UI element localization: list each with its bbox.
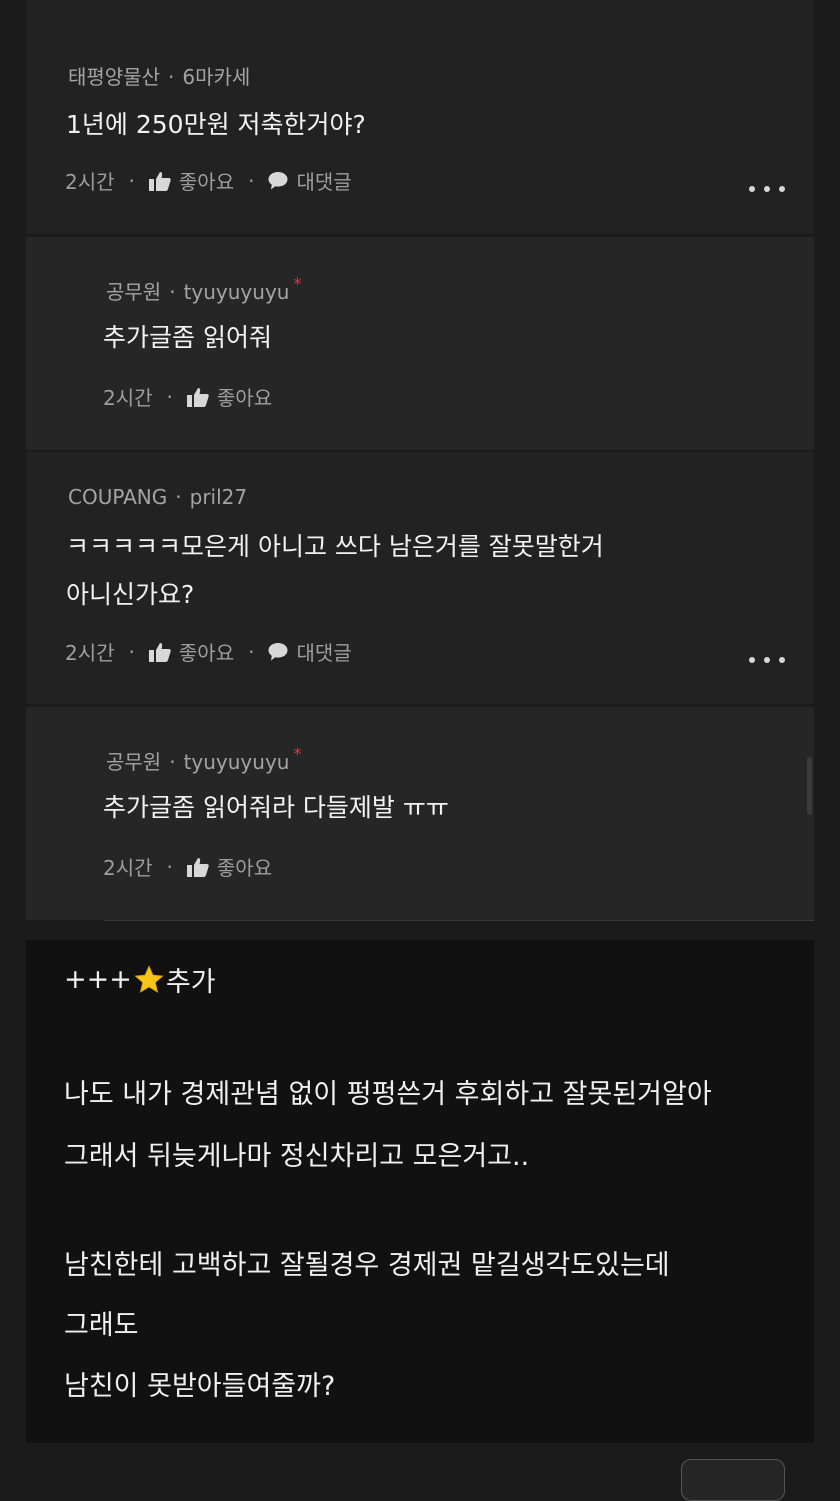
comment-actions: 2시간 · 좋아요 · 대댓글 — [65, 637, 352, 666]
speech-bubble-icon — [268, 643, 288, 661]
comment-meta: COUPANG · pril27 — [68, 485, 248, 509]
timestamp: 2시간 — [65, 170, 115, 194]
addendum-line: 그래서 뒤늦게나마 정신차리고 모은거고.. — [64, 1141, 530, 1172]
addendum-heading: +++ 추가 — [64, 960, 216, 999]
reply-button[interactable]: 대댓글 — [268, 637, 352, 666]
reply-label: 대댓글 — [296, 641, 352, 665]
thumbs-up-icon — [148, 642, 171, 662]
speech-bubble-icon — [268, 172, 288, 190]
reply-label: 대댓글 — [296, 170, 352, 194]
addendum-line: 나도 내가 경제관념 없이 펑펑쓴거 후회하고 잘못된거알아 — [64, 1079, 712, 1110]
like-label: 좋아요 — [178, 170, 235, 194]
comment-text: 추가글좀 읽어줘라 다들제발 ㅠㅠ — [103, 793, 449, 822]
reply-button[interactable]: 대댓글 — [268, 166, 352, 195]
more-options-icon[interactable] — [749, 654, 785, 666]
scroll-top-button[interactable] — [681, 1459, 785, 1501]
thumbs-up-icon — [186, 857, 209, 877]
like-label: 좋아요 — [216, 856, 273, 880]
company-name[interactable]: 태평양물산 — [68, 65, 160, 89]
comment-text-line-1: ㅋㅋㅋㅋㅋ모은게 아니고 쓰다 남은거를 잘못말한거 — [66, 532, 604, 561]
comment-text-line-2: 아니신가요? — [66, 580, 195, 609]
reply-card: 공무원 · tyuyuyuyu * 추가글좀 읽어줘 2시간 · 좋아요 — [26, 237, 814, 450]
addendum-line: 남친한테 고백하고 잘될경우 경제권 맡길생각도있는데 — [64, 1250, 670, 1281]
timestamp: 2시간 — [65, 641, 115, 665]
company-name[interactable]: 공무원 — [106, 750, 161, 774]
nickname[interactable]: pril27 — [190, 485, 247, 509]
company-name[interactable]: 공무원 — [106, 280, 161, 304]
like-button[interactable]: 좋아요 — [148, 166, 235, 195]
comment-actions: 2시간 · 좋아요 · 대댓글 — [65, 166, 352, 195]
addendum-line: 남친이 못받아들여줄까? — [64, 1371, 336, 1402]
like-button[interactable]: 좋아요 — [148, 637, 235, 666]
comment-card: 태평양물산 · 6마카세 1년에 250만원 저축한거야? 2시간 · 좋아요 · … — [26, 0, 814, 234]
comment-meta: 태평양물산 · 6마카세 — [68, 65, 251, 89]
nickname[interactable]: 6마카세 — [182, 65, 250, 89]
heading-prefix: +++ — [64, 964, 132, 995]
company-name[interactable]: COUPANG — [68, 485, 167, 509]
divider — [104, 920, 814, 921]
like-button[interactable]: 좋아요 — [186, 382, 273, 411]
author-badge: * — [293, 274, 302, 293]
timestamp: 2시간 — [103, 856, 153, 880]
comment-actions: 2시간 · 좋아요 — [103, 382, 272, 411]
comment-meta: 공무원 · tyuyuyuyu * — [106, 274, 302, 304]
heading-suffix: 추가 — [165, 967, 216, 998]
nickname[interactable]: tyuyuyuyu — [184, 750, 290, 774]
star-icon — [134, 964, 164, 993]
scrollbar-thumb[interactable] — [807, 757, 812, 815]
addendum-line: 그래도 — [64, 1310, 139, 1341]
comment-card: COUPANG · pril27 ㅋㅋㅋㅋㅋ모은게 아니고 쓰다 남은거를 잘못말한… — [26, 452, 814, 704]
thumbs-up-icon — [148, 171, 171, 191]
thumbs-up-icon — [186, 387, 209, 407]
comment-meta: 공무원 · tyuyuyuyu * — [106, 744, 302, 774]
more-options-icon[interactable] — [749, 183, 785, 195]
like-button[interactable]: 좋아요 — [186, 852, 273, 881]
timestamp: 2시간 — [103, 386, 153, 410]
comment-text: 1년에 250만원 저축한거야? — [66, 110, 366, 139]
comment-actions: 2시간 · 좋아요 — [103, 852, 272, 881]
author-badge: * — [293, 744, 302, 763]
comment-text: 추가글좀 읽어줘 — [103, 323, 272, 352]
nickname[interactable]: tyuyuyuyu — [184, 280, 290, 304]
like-label: 좋아요 — [216, 386, 273, 410]
reply-card: 공무원 · tyuyuyuyu * 추가글좀 읽어줘라 다들제발 ㅠㅠ 2시간 · 좋… — [26, 707, 814, 920]
like-label: 좋아요 — [178, 641, 235, 665]
